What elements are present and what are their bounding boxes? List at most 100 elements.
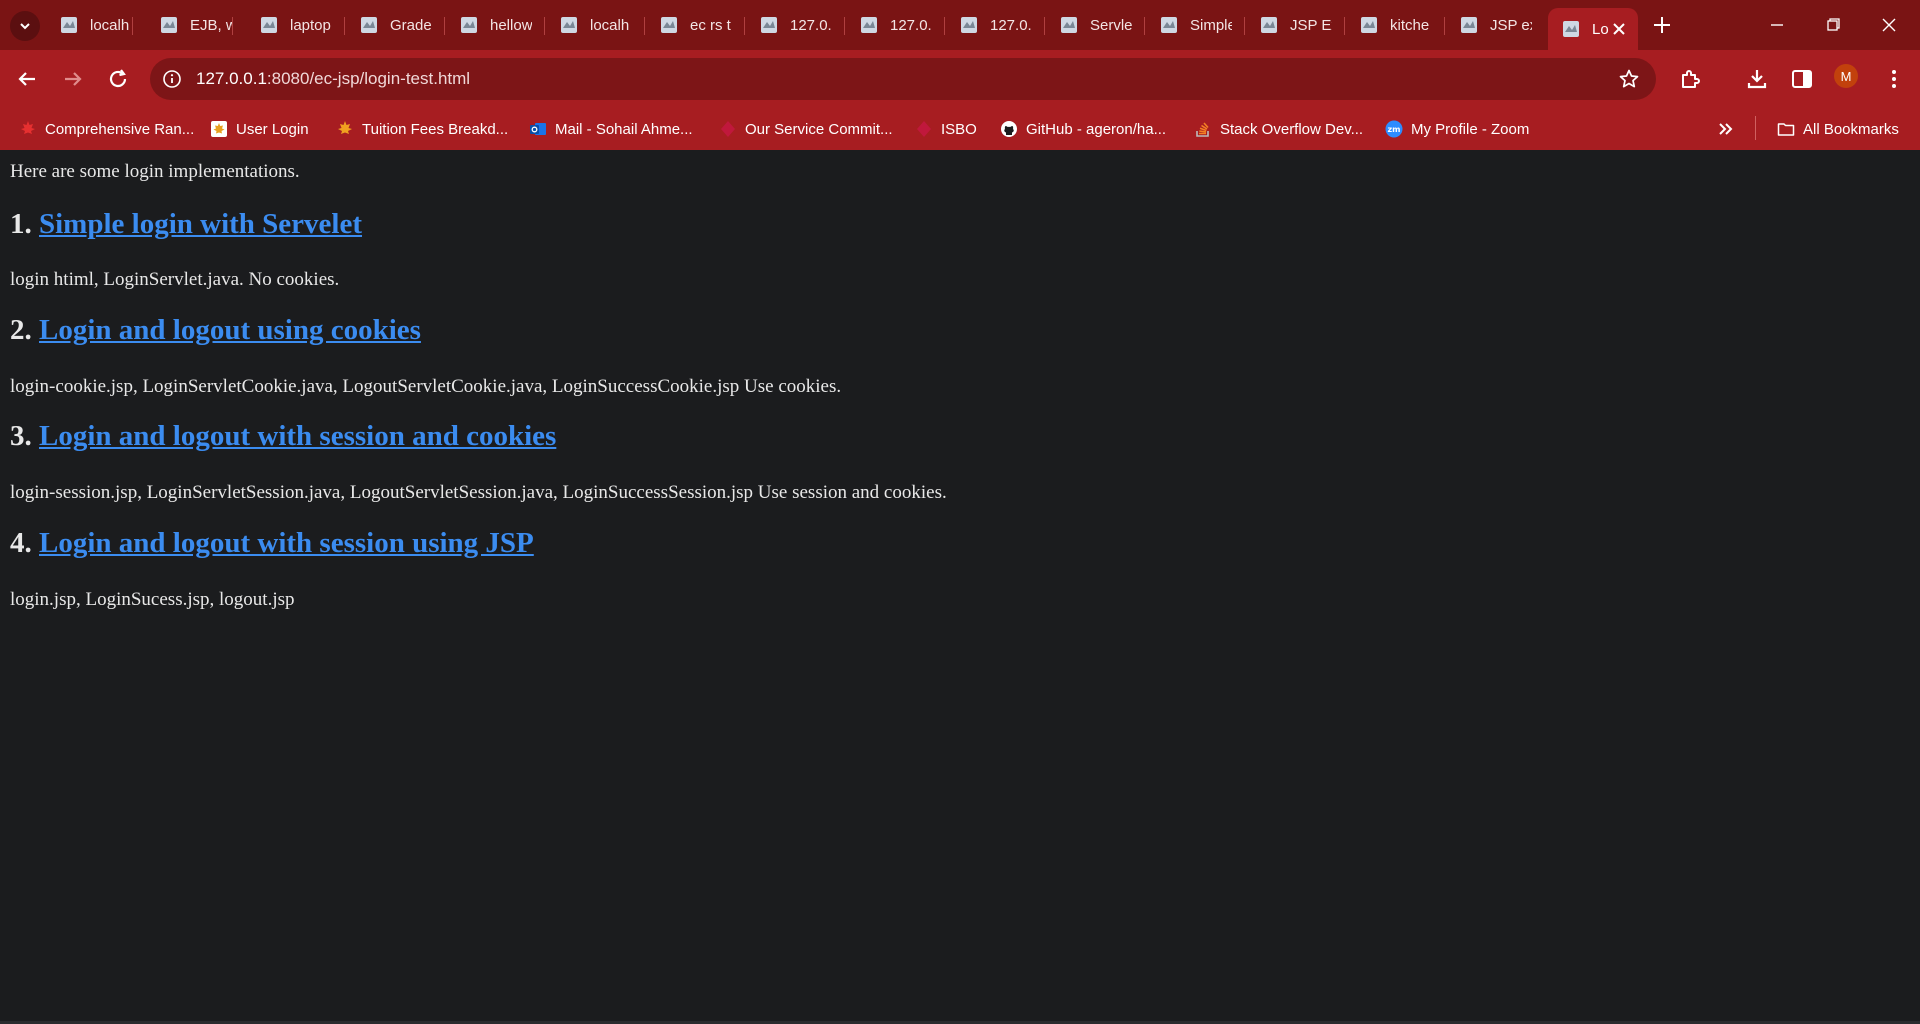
globe-icon xyxy=(761,17,777,33)
tab-separator xyxy=(744,17,745,35)
browser-tab[interactable]: kitche xyxy=(1346,10,1432,40)
bookmark-item[interactable]: GitHub - ageron/ha... xyxy=(1000,119,1166,139)
tab-title: JSP Ex xyxy=(1290,16,1332,34)
tab-title: kitche xyxy=(1390,16,1430,34)
browser-tab[interactable]: localh xyxy=(546,10,632,40)
section-link[interactable]: Simple login with Servelet xyxy=(39,208,362,240)
browser-tab[interactable]: EJB, w xyxy=(146,10,232,40)
tab-separator xyxy=(132,17,133,35)
side-panel-icon[interactable] xyxy=(1790,67,1814,91)
bookmark-item[interactable]: Stack Overflow Dev... xyxy=(1194,119,1363,139)
bookmark-item[interactable]: Comprehensive Ran... xyxy=(19,119,194,139)
bookmark-label: Comprehensive Ran... xyxy=(45,120,195,138)
section-description: login-cookie.jsp, LoginServletCookie.jav… xyxy=(10,376,842,397)
bookmark-label: Stack Overflow Dev... xyxy=(1220,120,1364,138)
all-bookmarks-button[interactable]: All Bookmarks xyxy=(1777,119,1899,139)
section-number: 4. xyxy=(10,527,32,559)
address-bar[interactable]: 127.0.0.1:8080/ec-jsp/login-test.html xyxy=(150,58,1656,100)
download-icon[interactable] xyxy=(1745,67,1769,91)
bookmark-item[interactable]: Our Service Commit... xyxy=(719,119,893,139)
globe-icon xyxy=(161,17,177,33)
tab-separator xyxy=(944,17,945,35)
bookmark-item[interactable]: Mail - Sohail Ahme... xyxy=(529,119,693,139)
globe-icon xyxy=(561,17,577,33)
bookmark-item[interactable]: zm My Profile - Zoom xyxy=(1385,119,1529,139)
browser-tab[interactable]: 127.0.0 xyxy=(846,10,932,40)
tab-search-button[interactable] xyxy=(10,11,40,41)
section-description: login.jsp, LoginSucess.jsp, logout.jsp xyxy=(10,589,295,610)
url-text[interactable]: 127.0.0.1:8080/ec-jsp/login-test.html xyxy=(196,69,470,89)
tab-title: localh xyxy=(590,16,630,34)
browser-tab[interactable]: hellow xyxy=(446,10,532,40)
tab-title: hellow xyxy=(490,16,532,34)
section-number: 3. xyxy=(10,420,32,452)
section-heading: 1. Simple login with Servelet xyxy=(10,208,362,241)
globe-icon xyxy=(1161,17,1177,33)
window-close-icon[interactable] xyxy=(1876,12,1902,38)
browser-tab[interactable]: ec rs t xyxy=(646,10,732,40)
more-vertical-icon[interactable] xyxy=(1882,67,1906,91)
globe-icon xyxy=(61,17,77,33)
tab-separator xyxy=(544,17,545,35)
tab-separator xyxy=(1044,17,1045,35)
browser-tab-active[interactable]: Lo xyxy=(1548,8,1638,50)
browser-tab[interactable]: Simple xyxy=(1146,10,1232,40)
extensions-icon[interactable] xyxy=(1678,67,1702,91)
maple-leaf-icon xyxy=(338,121,352,134)
tab-separator xyxy=(344,17,345,35)
tab-close-button[interactable] xyxy=(1610,20,1628,38)
tab-separator xyxy=(1444,17,1445,35)
bookmark-item[interactable]: User Login xyxy=(210,119,309,139)
close-icon xyxy=(1613,23,1625,35)
browser-tab[interactable]: JSP ex xyxy=(1446,10,1532,40)
diamond-icon xyxy=(917,121,931,137)
bookmark-label: User Login xyxy=(236,120,309,138)
bookmark-label: Tuition Fees Breakd... xyxy=(362,120,509,138)
globe-icon xyxy=(1061,17,1077,33)
back-arrow-icon[interactable] xyxy=(15,67,39,91)
site-info-icon[interactable] xyxy=(162,69,182,89)
tab-title: Servle xyxy=(1090,16,1132,34)
restore-icon[interactable] xyxy=(1820,12,1846,38)
tab-separator xyxy=(1144,17,1145,35)
section-link[interactable]: Login and logout using cookies xyxy=(39,314,421,346)
browser-tab[interactable]: laptop xyxy=(246,10,332,40)
github-icon xyxy=(1001,121,1017,137)
globe-icon xyxy=(361,17,377,33)
zoom-icon: zm xyxy=(1385,120,1403,138)
chevron-double-right-icon[interactable] xyxy=(1716,120,1736,138)
browser-tab[interactable]: Servle xyxy=(1046,10,1132,40)
browser-tab[interactable]: JSP Ex xyxy=(1246,10,1332,40)
bookmark-label: My Profile - Zoom xyxy=(1411,120,1530,138)
bookmark-item[interactable]: ISBO xyxy=(915,119,977,139)
stackoverflow-icon xyxy=(1196,122,1209,137)
section-link[interactable]: Login and logout with session using JSP xyxy=(39,527,534,559)
page-content: Here are some login implementations. 1. … xyxy=(0,150,1920,1024)
section-link[interactable]: Login and logout with session and cookie… xyxy=(39,420,556,452)
section-number: 1. xyxy=(10,208,32,240)
globe-icon xyxy=(1563,21,1579,37)
tab-title: JSP ex xyxy=(1490,16,1532,34)
forward-arrow-icon[interactable] xyxy=(61,67,85,91)
globe-icon xyxy=(1361,17,1377,33)
bookmark-label: Our Service Commit... xyxy=(745,120,893,138)
browser-tab[interactable]: 127.0.0 xyxy=(946,10,1032,40)
browser-tab[interactable]: 127.0.0 xyxy=(746,10,832,40)
browser-tab[interactable]: Grade xyxy=(346,10,432,40)
globe-icon xyxy=(861,17,877,33)
all-bookmarks-label: All Bookmarks xyxy=(1803,120,1899,138)
profile-avatar[interactable]: M xyxy=(1834,64,1858,88)
new-tab-plus-icon[interactable] xyxy=(1650,13,1674,37)
intro-text: Here are some login implementations. xyxy=(10,161,300,182)
svg-text:zm: zm xyxy=(1388,125,1401,134)
browser-tab[interactable]: localh xyxy=(46,10,132,40)
globe-icon xyxy=(1261,17,1277,33)
reload-icon[interactable] xyxy=(106,67,130,91)
tab-title: Grade xyxy=(390,16,432,34)
bookmark-item[interactable]: Tuition Fees Breakd... xyxy=(336,119,508,139)
globe-icon xyxy=(461,17,477,33)
bookmark-star-icon[interactable] xyxy=(1618,68,1640,90)
section-description: login-session.jsp, LoginServletSession.j… xyxy=(10,482,947,503)
minimize-icon[interactable] xyxy=(1764,12,1790,38)
tab-separator xyxy=(1344,17,1345,35)
